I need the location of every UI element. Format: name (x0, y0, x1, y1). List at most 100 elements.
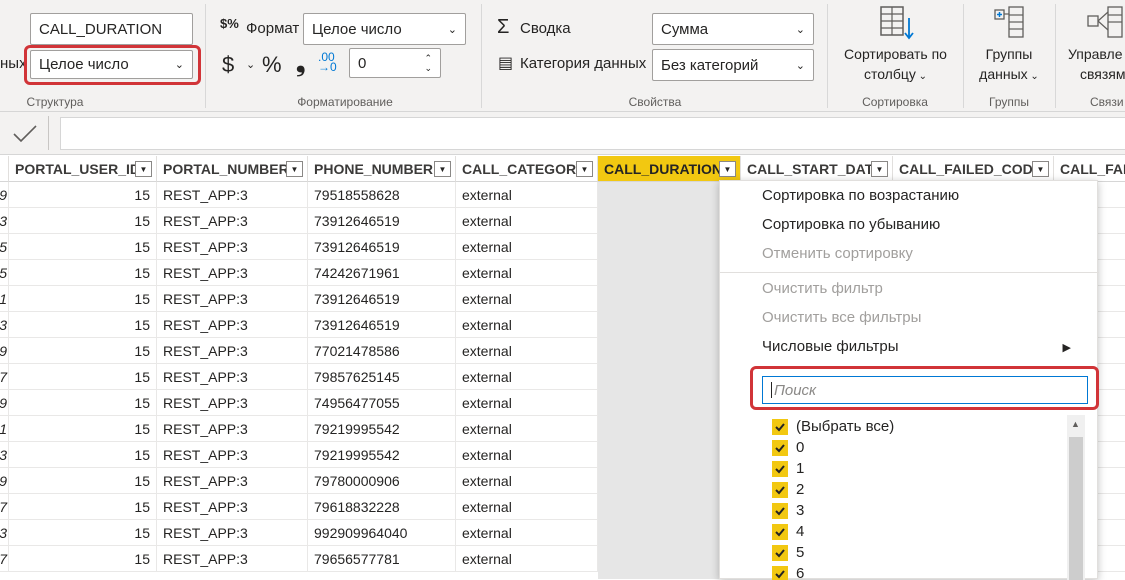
checkbox-checked-icon[interactable] (772, 503, 788, 519)
table-cell: 15 (9, 520, 157, 546)
formula-input[interactable] (60, 117, 1125, 150)
table-cell: 73912646519 (308, 312, 456, 338)
filter-value-item[interactable]: 4 (772, 521, 804, 542)
table-cell: 15 (9, 546, 157, 572)
filter-dropdown-icon[interactable]: ▼ (719, 161, 736, 177)
table-cell: 5 (0, 234, 9, 260)
filter-value-item[interactable]: (Выбрать все) (772, 416, 894, 437)
column-header-label: CALL_FAILED_CODE (899, 161, 1042, 177)
relations-group-label: Связи (1090, 95, 1125, 109)
table-cell: REST_APP:3 (157, 260, 308, 286)
column-header[interactable]: PHONE_NUMBER▼ (308, 156, 456, 182)
filter-value-item[interactable]: 5 (772, 542, 804, 563)
filter-value-item[interactable]: 0 (772, 437, 804, 458)
percent-button[interactable]: % (262, 52, 282, 78)
groups-group-label: Группы (966, 95, 1052, 109)
column-header-label: CALL_FAIL (1060, 161, 1125, 177)
column-header[interactable]: CALL_FAIL (1054, 156, 1125, 182)
column-name-input[interactable]: CALL_DURATION (30, 13, 193, 45)
checkmark-icon[interactable] (10, 122, 40, 146)
sort-ascending-item[interactable]: Сортировка по возрастанию (762, 187, 959, 204)
number-filters-item[interactable]: Числовые фильтры (762, 338, 899, 355)
table-cell: 9 (0, 390, 9, 416)
filter-dropdown-icon[interactable]: ▼ (286, 161, 303, 177)
checkbox-checked-icon[interactable] (772, 545, 788, 561)
checkbox-checked-icon[interactable] (772, 524, 788, 540)
table-cell: external (456, 208, 598, 234)
column-header[interactable] (0, 156, 9, 182)
decimal-places-stepper[interactable]: 0 ⌃⌄ (349, 48, 441, 78)
sort-by-column-button[interactable]: Сортировать по столбцу ⌄ (833, 4, 958, 87)
table-cell: 7 (0, 546, 9, 572)
table-cell: external (456, 182, 598, 208)
table-cell: 15 (9, 416, 157, 442)
ribbon-separator (827, 4, 828, 108)
table-cell: 9 (0, 182, 9, 208)
submenu-arrow-icon: ▶ (1063, 341, 1071, 354)
ribbon-separator (963, 4, 964, 108)
search-highlight (750, 366, 1099, 410)
structure-group-label: Структура (0, 95, 110, 109)
decrease-decimal-icon[interactable]: .00→0 (318, 52, 337, 72)
percent-icon: % (262, 52, 282, 77)
table-cell: 15 (9, 364, 157, 390)
table-cell: REST_APP:3 (157, 520, 308, 546)
table-cell: 5 (0, 260, 9, 286)
checkbox-checked-icon[interactable] (772, 482, 788, 498)
currency-dropdown-icon[interactable]: ⌄ (246, 58, 255, 71)
filter-dropdown-icon[interactable]: ▼ (576, 161, 593, 177)
formatting-group-label: Форматирование (210, 95, 480, 109)
table-cell: 7 (0, 494, 9, 520)
format-icon: $% (220, 16, 239, 31)
column-header[interactable]: CALL_DURATION▼ (598, 156, 741, 182)
table-cell: external (456, 260, 598, 286)
cancel-sort-item: Отменить сортировку (762, 245, 913, 262)
data-groups-button[interactable]: Группы данных ⌄ (966, 4, 1052, 87)
currency-button[interactable]: $ (222, 52, 234, 78)
column-header[interactable]: CALL_FAILED_CODE▼ (893, 156, 1054, 182)
manage-relationships-button[interactable]: Управле связям (1062, 4, 1125, 84)
checkbox-checked-icon[interactable] (772, 461, 788, 477)
summary-select[interactable]: Сумма ⌄ (652, 13, 814, 45)
ribbon-separator (205, 4, 206, 108)
comma-style-button[interactable]: ❟ (296, 50, 305, 78)
checkbox-checked-icon[interactable] (772, 419, 788, 435)
format-label: Формат (246, 20, 299, 37)
sort-descending-item[interactable]: Сортировка по убыванию (762, 216, 940, 233)
filter-dropdown-icon[interactable]: ▼ (871, 161, 888, 177)
truncated-label: ных (0, 55, 27, 72)
column-header[interactable]: PORTAL_USER_ID▼ (9, 156, 157, 182)
scrollbar-thumb[interactable] (1069, 437, 1083, 580)
column-header[interactable]: PORTAL_NUMBER▼ (157, 156, 308, 182)
table-cell: external (456, 442, 598, 468)
spinner-icon[interactable]: ⌃⌄ (424, 53, 432, 73)
filter-dropdown-icon[interactable]: ▼ (135, 161, 152, 177)
scroll-up-icon[interactable]: ▲ (1071, 419, 1080, 429)
table-cell: 9 (0, 338, 9, 364)
filter-dropdown-icon[interactable]: ▼ (434, 161, 451, 177)
filter-value-label: 3 (796, 502, 804, 519)
table-cell: 992909964040 (308, 520, 456, 546)
table-cell: REST_APP:3 (157, 390, 308, 416)
checkbox-checked-icon[interactable] (772, 440, 788, 456)
data-groups-label-1: Группы (986, 46, 1033, 62)
chevron-down-icon: ⌄ (1028, 71, 1039, 82)
sigma-icon: Σ (497, 16, 509, 39)
column-header[interactable]: CALL_CATEGORY▼ (456, 156, 598, 182)
filter-value-item[interactable]: 2 (772, 479, 804, 500)
table-cell: 77021478586 (308, 338, 456, 364)
format-select[interactable]: Целое число ⌄ (303, 13, 466, 45)
checkbox-checked-icon[interactable] (772, 566, 788, 580)
table-cell: REST_APP:3 (157, 234, 308, 260)
filter-value-item[interactable]: 6 (772, 563, 804, 580)
filter-dropdown-icon[interactable]: ▼ (1032, 161, 1049, 177)
filter-list-scrollbar[interactable]: ▲ (1067, 415, 1085, 580)
table-cell: 15 (9, 234, 157, 260)
comma-icon: ❟ (296, 50, 305, 77)
column-header[interactable]: CALL_START_DATE▼ (741, 156, 893, 182)
filter-value-item[interactable]: 1 (772, 458, 804, 479)
data-category-value: Без категорий (661, 57, 758, 74)
filter-value-item[interactable]: 3 (772, 500, 804, 521)
menu-divider (720, 272, 1099, 273)
data-category-select[interactable]: Без категорий ⌄ (652, 49, 814, 81)
